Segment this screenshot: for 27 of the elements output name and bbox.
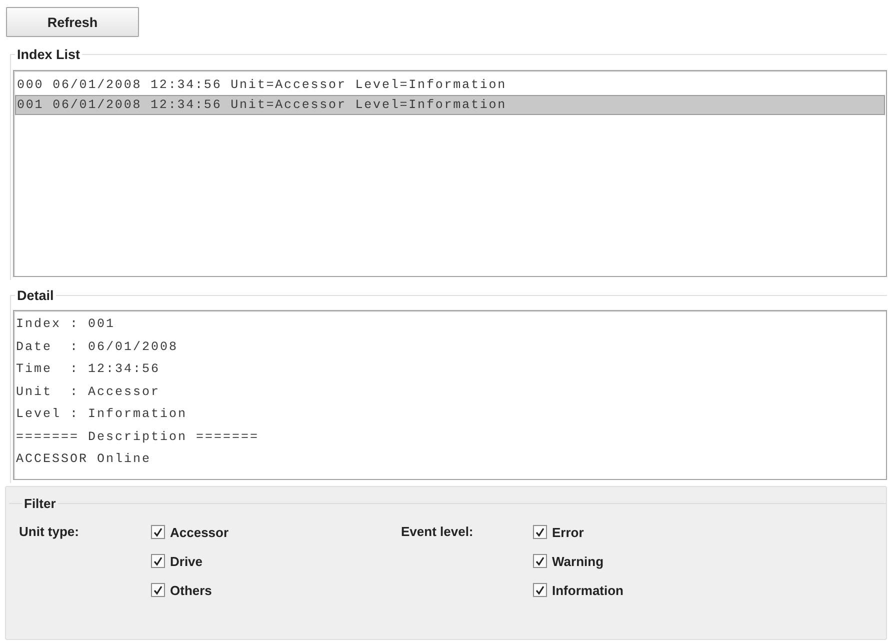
checkbox[interactable]: [533, 525, 547, 539]
checkbox[interactable]: [533, 583, 547, 597]
detail-line: ======= Description =======: [16, 428, 260, 446]
checkbox[interactable]: [533, 554, 547, 568]
list-item[interactable]: 001 06/01/2008 12:34:56 Unit=Accessor Level=Information: [15, 95, 885, 115]
filter-label: Event level:: [401, 523, 474, 541]
detail-line: Unit : Accessor: [16, 384, 162, 400]
checkbox[interactable]: [151, 583, 165, 597]
detail-line: Date : 06/01/2008: [16, 338, 180, 356]
checkbox-label[interactable]: Drive: [170, 554, 203, 568]
refresh-button[interactable]: Refresh: [6, 7, 139, 37]
checkbox[interactable]: [151, 525, 165, 539]
section-title: Index List: [16, 47, 82, 62]
section-title: Filter: [23, 496, 57, 511]
checkbox-label[interactable]: Others: [170, 582, 212, 598]
section-title: Detail: [16, 288, 55, 303]
checkbox-label[interactable]: Accessor: [170, 524, 229, 540]
checkbox-label[interactable]: Information: [552, 582, 624, 598]
detail-line: Time : 12:34:56: [16, 361, 162, 378]
filter-label: Unit type:: [19, 523, 80, 541]
detail-line: Level : Information: [16, 406, 188, 423]
checkbox[interactable]: [151, 554, 165, 568]
list-item[interactable]: 000 06/01/2008 12:34:56 Unit=Accessor Level=Information: [15, 75, 885, 95]
detail-line: Index : 001: [16, 316, 116, 333]
checkbox-label[interactable]: Warning: [552, 554, 604, 568]
checkbox-label[interactable]: Error: [552, 524, 584, 540]
detail-line: ACCESSOR Online: [16, 451, 152, 468]
